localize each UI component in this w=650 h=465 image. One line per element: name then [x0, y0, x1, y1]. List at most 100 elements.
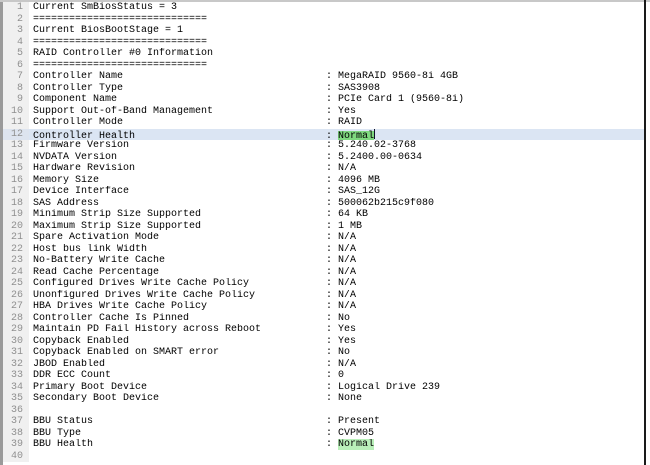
editor-line[interactable]: 13Firmware Version: 5.240.02-3768: [3, 140, 644, 152]
editor-line[interactable]: 22Host bus link Width: N/A: [3, 244, 644, 256]
field-separator: :: [326, 439, 338, 450]
editor-line[interactable]: 30Copyback Enabled: Yes: [3, 336, 644, 348]
line-content: SAS Address: 500062b215c9f080: [29, 198, 644, 210]
line-content: Spare Activation Mode: N/A: [29, 232, 644, 244]
field-value: 5.240.02-3768: [338, 140, 416, 151]
editor-line[interactable]: 32JBOD Enabled: N/A: [3, 359, 644, 371]
line-content: RAID Controller #0 Information: [29, 48, 644, 60]
field-value: Normal: [338, 131, 374, 141]
line-content: Device Interface: SAS_12G: [29, 186, 644, 198]
line-content: Controller Health: Normal: [29, 129, 644, 141]
field-value: 5.2400.00-0634: [338, 152, 422, 163]
line-number: 13: [3, 140, 29, 152]
field-value: PCIe Card 1 (9560-8i): [338, 94, 464, 105]
editor-line[interactable]: 15Hardware Revision: N/A: [3, 163, 644, 175]
field-value: Normal: [338, 439, 374, 450]
field-label: Primary Boot Device: [33, 382, 326, 394]
line-number: 11: [3, 117, 29, 129]
line-content: Hardware Revision: N/A: [29, 163, 644, 175]
editor-line[interactable]: 14NVDATA Version: 5.2400.00-0634: [3, 152, 644, 164]
field-value: SAS_12G: [338, 186, 380, 197]
line-number: 19: [3, 209, 29, 221]
editor-line[interactable]: 38BBU Type: CVPM05: [3, 428, 644, 440]
field-label: Controller Cache Is Pinned: [33, 313, 326, 325]
line-number: 21: [3, 232, 29, 244]
editor-line[interactable]: 27HBA Drives Write Cache Policy: N/A: [3, 301, 644, 313]
field-label: Spare Activation Mode: [33, 232, 326, 244]
field-label: NVDATA Version: [33, 152, 326, 164]
field-separator: :: [326, 186, 338, 197]
line-number: 27: [3, 301, 29, 313]
editor-line[interactable]: 21Spare Activation Mode: N/A: [3, 232, 644, 244]
field-value: N/A: [338, 278, 356, 289]
line-number: 4: [3, 37, 29, 49]
field-label: BBU Health: [33, 439, 326, 451]
line-content: =============================: [29, 37, 644, 49]
editor-line[interactable]: 7Controller Name: MegaRAID 9560-8i 4GB: [3, 71, 644, 83]
line-number: 33: [3, 370, 29, 382]
editor-line[interactable]: 6=============================: [3, 60, 644, 72]
editor-line[interactable]: 25Configured Drives Write Cache Policy: …: [3, 278, 644, 290]
line-number: 37: [3, 416, 29, 428]
line-content: Host bus link Width: N/A: [29, 244, 644, 256]
field-separator: :: [326, 221, 338, 232]
editor-line[interactable]: 29Maintain PD Fail History across Reboot…: [3, 324, 644, 336]
editor-line[interactable]: 3Current BiosBootStage = 1: [3, 25, 644, 37]
field-value: Present: [338, 416, 380, 427]
field-separator: :: [326, 359, 338, 370]
line-number: 9: [3, 94, 29, 106]
editor-line[interactable]: 12Controller Health: Normal: [3, 129, 644, 141]
editor-line[interactable]: 31Copyback Enabled on SMART error: No: [3, 347, 644, 359]
field-label: Host bus link Width: [33, 244, 326, 256]
field-value: N/A: [338, 301, 356, 312]
editor-line[interactable]: 16Memory Size: 4096 MB: [3, 175, 644, 187]
field-separator: :: [326, 290, 338, 301]
editor-line[interactable]: 2=============================: [3, 14, 644, 26]
editor-line[interactable]: 5RAID Controller #0 Information: [3, 48, 644, 60]
editor-line[interactable]: 20Maximum Strip Size Supported: 1 MB: [3, 221, 644, 233]
editor-line[interactable]: 24Read Cache Percentage: N/A: [3, 267, 644, 279]
field-separator: :: [326, 428, 338, 439]
editor-line[interactable]: 36: [3, 405, 644, 417]
line-number: 24: [3, 267, 29, 279]
editor-text-area[interactable]: 1Current SmBiosStatus = 32==============…: [3, 2, 644, 462]
editor-line[interactable]: 33DDR ECC Count: 0: [3, 370, 644, 382]
field-label: No-Battery Write Cache: [33, 255, 326, 267]
line-content: No-Battery Write Cache: N/A: [29, 255, 644, 267]
line-content: BBU Type: CVPM05: [29, 428, 644, 440]
line-content: =============================: [29, 14, 644, 26]
line-content: Read Cache Percentage: N/A: [29, 267, 644, 279]
editor-line[interactable]: 18SAS Address: 500062b215c9f080: [3, 198, 644, 210]
editor-line[interactable]: 34Primary Boot Device: Logical Drive 239: [3, 382, 644, 394]
field-separator: :: [326, 198, 338, 209]
field-label: Maintain PD Fail History across Reboot: [33, 324, 326, 336]
field-label: Read Cache Percentage: [33, 267, 326, 279]
line-number: 10: [3, 106, 29, 118]
line-number: 12: [3, 129, 29, 141]
editor-line[interactable]: 28Controller Cache Is Pinned: No: [3, 313, 644, 325]
field-separator: :: [326, 255, 338, 266]
editor-line[interactable]: 19Minimum Strip Size Supported: 64 KB: [3, 209, 644, 221]
editor-line[interactable]: 17Device Interface: SAS_12G: [3, 186, 644, 198]
editor-line[interactable]: 40: [3, 451, 644, 463]
field-value: None: [338, 393, 362, 404]
field-label: Controller Mode: [33, 117, 326, 129]
field-value: CVPM05: [338, 428, 374, 439]
line-content: [29, 451, 644, 463]
field-separator: :: [326, 370, 338, 381]
editor-line[interactable]: 35Secondary Boot Device: None: [3, 393, 644, 405]
editor-line[interactable]: 26Unonfigured Drives Write Cache Policy:…: [3, 290, 644, 302]
editor-line[interactable]: 10Support Out-of-Band Management: Yes: [3, 106, 644, 118]
editor-line[interactable]: 4=============================: [3, 37, 644, 49]
field-separator: :: [326, 278, 338, 289]
editor-line[interactable]: 1Current SmBiosStatus = 3: [3, 2, 644, 14]
editor-line[interactable]: 23No-Battery Write Cache: N/A: [3, 255, 644, 267]
field-value: RAID: [338, 117, 362, 128]
line-number: 26: [3, 290, 29, 302]
editor-line[interactable]: 39BBU Health: Normal: [3, 439, 644, 451]
editor-line[interactable]: 8Controller Type: SAS3908: [3, 83, 644, 95]
editor-line[interactable]: 9Component Name: PCIe Card 1 (9560-8i): [3, 94, 644, 106]
text-viewer-window: 1Current SmBiosStatus = 32==============…: [0, 0, 650, 465]
editor-line[interactable]: 11Controller Mode: RAID: [3, 117, 644, 129]
editor-line[interactable]: 37BBU Status: Present: [3, 416, 644, 428]
